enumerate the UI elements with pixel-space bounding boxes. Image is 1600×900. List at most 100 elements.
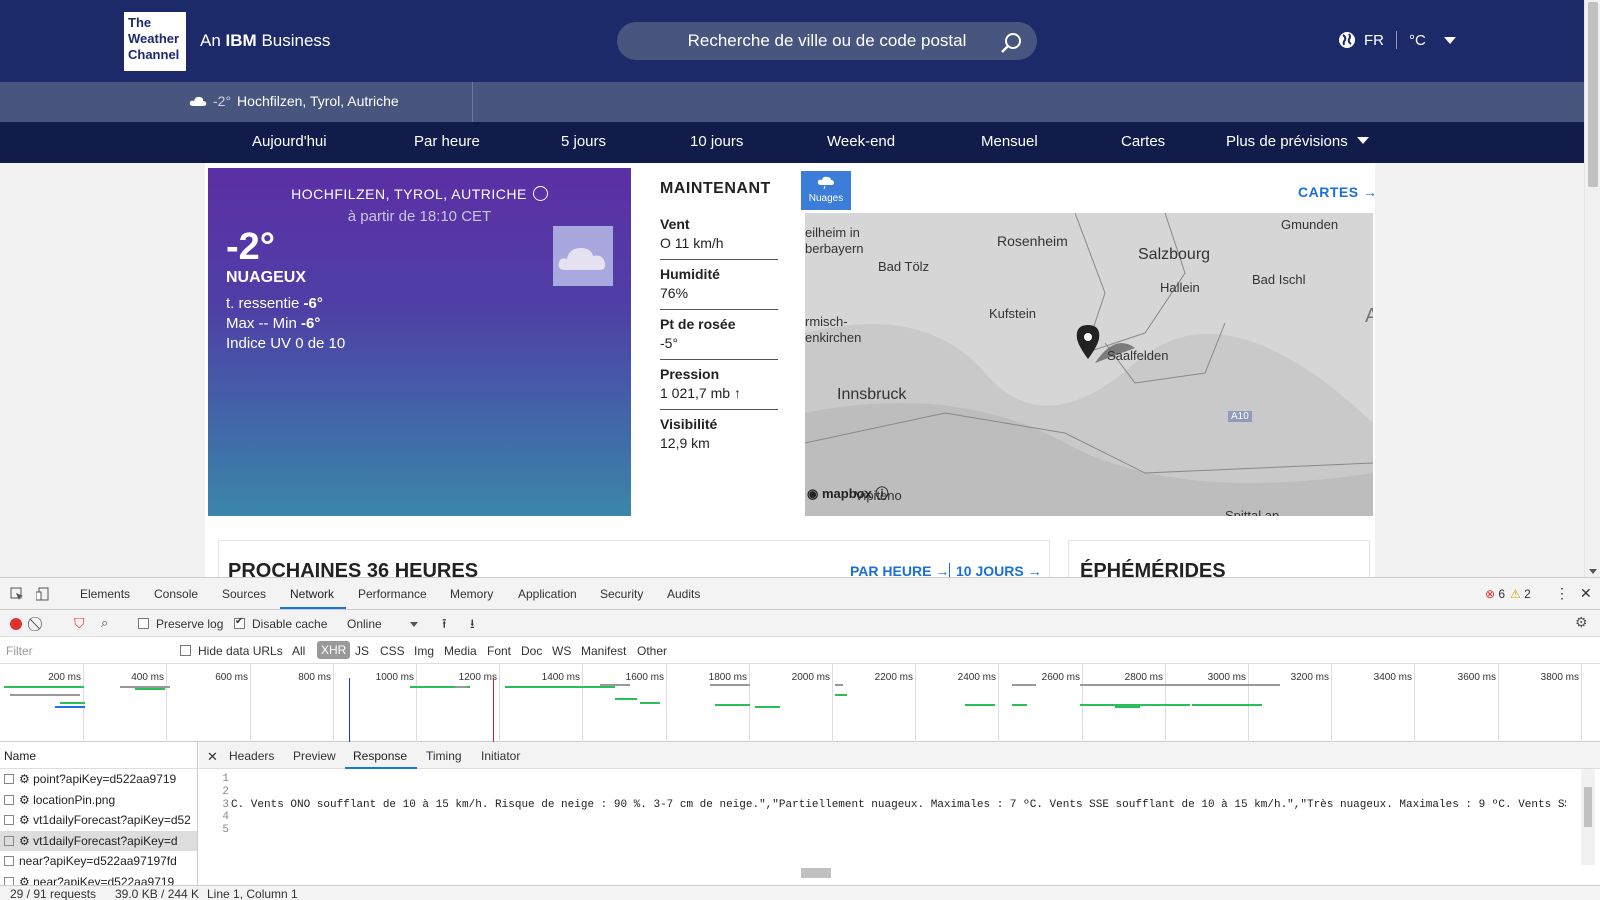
- tab-audits[interactable]: Audits: [667, 587, 700, 601]
- chevron-down-icon[interactable]: [410, 622, 418, 627]
- search-input[interactable]: Recherche de ville ou de code postal: [617, 22, 1037, 60]
- tab-timing[interactable]: Timing: [426, 749, 462, 763]
- chevron-down-icon[interactable]: [1443, 36, 1456, 44]
- tab-performance[interactable]: Performance: [358, 587, 427, 601]
- tab-response[interactable]: Response: [353, 749, 407, 763]
- chevron-down-icon: [1356, 137, 1369, 144]
- cloudy-weather-icon: [553, 226, 613, 286]
- nav-5-days[interactable]: 5 jours: [561, 133, 606, 150]
- filter-type-manifest[interactable]: Manifest: [581, 644, 626, 658]
- mapbox-attribution[interactable]: ◉ mapbox ⓘ: [807, 483, 888, 502]
- network-overview-timeline[interactable]: 200 ms 400 ms 600 ms 800 ms 1000 ms 1200 ms 14…: [0, 664, 1600, 742]
- current-temp: -2°: [226, 226, 275, 268]
- timeline-tick-label: 1400 ms: [541, 672, 580, 683]
- timeline-tick-label: 3000 ms: [1207, 672, 1246, 683]
- filter-type-xhr[interactable]: XHR: [317, 641, 351, 659]
- tab-application[interactable]: Application: [518, 587, 577, 601]
- request-row[interactable]: ⚙ locationPin.png: [0, 790, 197, 811]
- tab-sources[interactable]: Sources: [222, 587, 266, 601]
- response-body[interactable]: 1 2 3 4 5 C. Vents ONO soufflant de 10 à…: [199, 769, 1600, 865]
- recent-location-item[interactable]: -2° Hochfilzen, Tyrol, Autriche: [189, 93, 399, 109]
- ten-days-link[interactable]: 10 JOURS →: [949, 563, 1042, 577]
- inspect-element-icon[interactable]: [10, 587, 24, 601]
- search-icon[interactable]: ⌕: [101, 615, 108, 631]
- filter-type-media[interactable]: Media: [444, 644, 477, 658]
- timeline-gridline: [499, 664, 500, 742]
- tab-headers[interactable]: Headers: [229, 749, 274, 763]
- timeline-request-bar: [135, 688, 165, 690]
- hourly-link[interactable]: PAR HEURE →: [850, 563, 949, 577]
- timeline-gridline: [915, 664, 916, 742]
- filter-type-img[interactable]: Img: [414, 644, 434, 658]
- request-row[interactable]: near?apiKey=d522aa97197fd: [0, 851, 197, 872]
- weather-map[interactable]: eilheim in berbayern Bad Tölz Rosenheim …: [805, 213, 1373, 516]
- hero-location[interactable]: HOCHFILZEN, TYROL, AUTRICHE: [208, 186, 631, 202]
- horizontal-scrollbar[interactable]: [231, 865, 1581, 881]
- name-column-header[interactable]: Name: [0, 742, 197, 769]
- search-icon[interactable]: [1000, 32, 1022, 54]
- nav-more-forecasts[interactable]: Plus de prévisions: [1226, 133, 1369, 150]
- request-row-selected[interactable]: ⚙ vt1dailyForecast?apiKey=d: [0, 830, 197, 851]
- request-row[interactable]: ⚙ point?apiKey=d522aa9719: [0, 769, 197, 790]
- globe-icon[interactable]: [1338, 31, 1356, 49]
- uv-index: Indice UV 0 de 10: [226, 335, 346, 352]
- warning-count[interactable]: ⚠ 2: [1510, 587, 1531, 601]
- scrollbar-thumb[interactable]: [1584, 787, 1592, 827]
- hero-location-label: HOCHFILZEN, TYROL, AUTRICHE: [291, 186, 527, 202]
- filter-type-ws[interactable]: WS: [552, 644, 571, 658]
- filter-input[interactable]: Filter: [6, 644, 166, 658]
- response-scrollbar[interactable]: [1581, 769, 1595, 865]
- now-row-humidity: Humidité 76%: [660, 260, 778, 310]
- close-icon[interactable]: ✕: [207, 749, 218, 765]
- hide-data-urls-checkbox[interactable]: [180, 645, 191, 656]
- scroll-down-icon[interactable]: [1589, 569, 1597, 574]
- nav-weekend[interactable]: Week-end: [827, 133, 895, 150]
- import-har-icon[interactable]: ⭱: [442, 615, 447, 637]
- close-icon[interactable]: ✕: [1580, 585, 1592, 602]
- device-toolbar-icon[interactable]: [36, 587, 50, 601]
- preserve-log-checkbox[interactable]: [138, 618, 149, 629]
- arrow-circle-icon: [532, 186, 548, 201]
- more-options-icon[interactable]: ⋮: [1555, 585, 1569, 602]
- unit-selector[interactable]: °C: [1409, 32, 1426, 49]
- language-selector[interactable]: FR: [1364, 32, 1384, 49]
- tab-network[interactable]: Network: [290, 587, 334, 601]
- throttle-select[interactable]: Online: [347, 617, 382, 631]
- timeline-request-bar: [1115, 706, 1140, 708]
- tab-security[interactable]: Security: [600, 587, 643, 601]
- ephemerides-title: ÉPHÉMÉRIDES: [1080, 560, 1226, 577]
- map-layer-badge[interactable]: Nuages: [801, 171, 851, 210]
- request-row[interactable]: ⚙ vt1dailyForecast?apiKey=d52: [0, 810, 197, 831]
- maps-link[interactable]: CARTES →: [1298, 184, 1377, 200]
- export-har-icon[interactable]: ⭳: [470, 615, 475, 637]
- tab-memory[interactable]: Memory: [450, 587, 493, 601]
- info-icon[interactable]: ⓘ: [875, 486, 888, 501]
- disable-cache-checkbox[interactable]: [234, 616, 245, 629]
- feels-like-value: -6°: [303, 295, 323, 312]
- filter-type-font[interactable]: Font: [487, 644, 511, 658]
- error-count[interactable]: ⊗ 6: [1485, 587, 1505, 601]
- tab-console[interactable]: Console: [154, 587, 198, 601]
- scrollbar-thumb[interactable]: [801, 868, 831, 878]
- request-details: ✕ Headers Preview Response Timing Initia…: [199, 742, 1600, 885]
- tab-preview[interactable]: Preview: [293, 749, 336, 763]
- filter-icon[interactable]: ⛉: [74, 615, 85, 632]
- filter-type-all[interactable]: All: [292, 644, 305, 658]
- gear-icon[interactable]: ⚙: [1575, 614, 1588, 631]
- scrollbar-thumb[interactable]: [1588, 2, 1598, 187]
- tab-elements[interactable]: Elements: [80, 587, 130, 601]
- filter-type-js[interactable]: JS: [355, 644, 369, 658]
- nav-today[interactable]: Aujourd'hui: [252, 133, 327, 150]
- filter-type-doc[interactable]: Doc: [521, 644, 542, 658]
- nav-maps[interactable]: Cartes: [1121, 133, 1165, 150]
- nav-monthly[interactable]: Mensuel: [981, 133, 1038, 150]
- filter-type-other[interactable]: Other: [637, 644, 667, 658]
- page-scrollbar[interactable]: [1584, 0, 1600, 577]
- nav-hourly[interactable]: Par heure: [414, 133, 480, 150]
- filter-type-css[interactable]: CSS: [380, 644, 405, 658]
- record-icon[interactable]: [10, 618, 22, 630]
- weather-channel-logo[interactable]: The Weather Channel: [124, 12, 186, 71]
- tab-initiator[interactable]: Initiator: [481, 749, 520, 763]
- nav-10-days[interactable]: 10 jours: [690, 133, 743, 150]
- max-min: Max -- Min -6°: [226, 314, 345, 334]
